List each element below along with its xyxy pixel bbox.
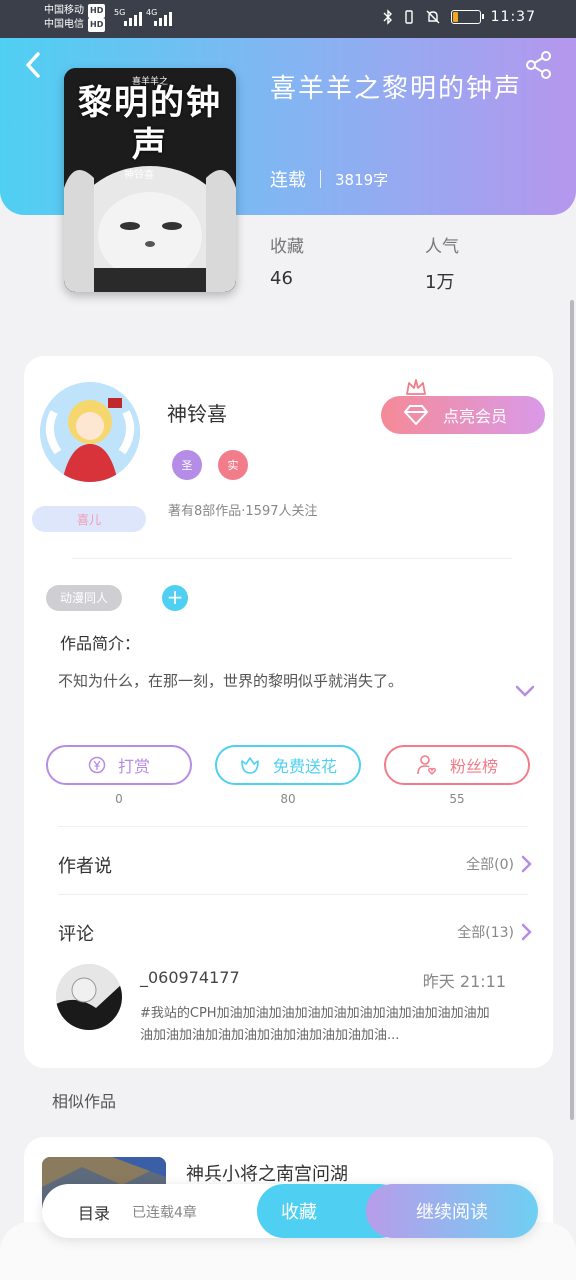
reward-label: 打赏 <box>117 757 150 776</box>
book-title: 喜羊羊之黎明的钟声 <box>270 74 523 104</box>
author-says-more-label: 全部(0) <box>466 857 514 873</box>
tag-item[interactable]: 动漫同人 <box>46 585 123 611</box>
popularity-value: 1万 <box>425 272 455 293</box>
diamond-icon <box>404 405 428 425</box>
comments-more[interactable]: 全部(13) <box>457 922 532 942</box>
author-sticker: 喜儿 <box>32 506 146 532</box>
book-meta: 连载 3819字 <box>270 166 388 192</box>
mute-icon <box>426 10 440 24</box>
fans-ranking-label: 粉丝榜 <box>449 757 498 776</box>
send-flower-button[interactable]: 免费送花 <box>215 745 361 785</box>
chapter-progress: 已连载4章 <box>132 1205 197 1221</box>
author-avatar[interactable] <box>40 382 140 482</box>
author-says-more[interactable]: 全部(0) <box>466 854 532 874</box>
intro-label: 作品简介： <box>60 634 141 653</box>
book-word-count: 3819字 <box>335 170 389 189</box>
collect-value: 46 <box>270 268 293 289</box>
book-status: 连载 <box>270 170 306 191</box>
popularity-label: 人气 <box>425 237 459 257</box>
meta-divider <box>320 170 321 188</box>
continue-reading-button[interactable]: 继续阅读 <box>366 1184 538 1238</box>
chevron-right-icon <box>521 923 532 941</box>
carrier-info: 中国移动 HD 中国电信 HD <box>44 4 106 32</box>
intro-text: 不知为什么，在那一刻，世界的黎明似乎就消失了。 <box>58 672 404 690</box>
signal-icon <box>124 10 142 26</box>
divider <box>58 894 528 895</box>
back-button[interactable] <box>22 50 48 80</box>
author-says-title: 作者说 <box>58 856 112 877</box>
fans-ranking-button[interactable]: 粉丝榜 <box>384 745 530 785</box>
commenter-avatar[interactable] <box>56 964 122 1030</box>
divider <box>72 558 512 559</box>
hd-badge: HD <box>88 4 106 18</box>
vip-button[interactable]: 点亮会员 <box>381 396 545 434</box>
chevron-down-icon[interactable] <box>515 684 535 698</box>
yen-coin-icon <box>88 756 106 774</box>
add-tag-button[interactable]: + <box>162 585 188 611</box>
chevron-right-icon <box>521 855 532 873</box>
clock: 11:37 <box>490 9 536 25</box>
comments-title: 评论 <box>58 924 94 945</box>
avatar-image <box>40 382 140 482</box>
flower-icon <box>241 757 259 774</box>
send-flower-label: 免费送花 <box>272 757 337 776</box>
author-name[interactable]: 神铃喜 <box>167 398 227 427</box>
book-cover[interactable]: 喜羊羊之 黎明的钟声 神铃喜 <box>64 68 236 292</box>
user-heart-icon <box>417 755 437 775</box>
battery-icon <box>450 10 484 24</box>
hd-badge: HD <box>88 18 106 32</box>
avatar-image <box>56 964 122 1030</box>
vibrate-icon <box>404 10 413 24</box>
similar-works-label: 相似作品 <box>52 1092 117 1111</box>
reward-button[interactable]: 打赏 <box>46 745 192 785</box>
cover-author: 神铃喜 <box>124 170 154 181</box>
cover-title: 黎明的钟声 <box>78 83 222 165</box>
author-stats: 著有8部作品·1597人关注 <box>168 504 318 519</box>
vip-button-label: 点亮会员 <box>443 407 508 426</box>
status-bar: 中国移动 HD 中国电信 HD 5G 4G 11:37 <box>0 0 576 38</box>
comments-more-label: 全部(13) <box>457 925 514 941</box>
author-badge-saint: 圣 <box>172 450 202 480</box>
collect-label: 收藏 <box>270 237 304 257</box>
author-badge-real: 实 <box>218 450 248 480</box>
continue-reading-label: 继续阅读 <box>416 1202 488 1223</box>
crown-icon <box>406 379 426 395</box>
catalog-button[interactable]: 目录 <box>78 1200 110 1224</box>
flower-count: 80 <box>280 792 296 806</box>
bluetooth-icon <box>383 9 392 25</box>
fans-count: 55 <box>449 792 465 806</box>
carrier-1: 中国移动 <box>44 5 84 16</box>
collect-button-label: 收藏 <box>281 1202 317 1223</box>
comment-time: 昨天 21:11 <box>422 972 506 991</box>
divider <box>58 826 528 827</box>
chevron-left-icon <box>26 52 40 78</box>
similar-work-title[interactable]: 神兵小将之南宫问湖 <box>186 1160 348 1186</box>
carrier-2: 中国电信 <box>44 19 84 30</box>
comment-text[interactable]: #我站的CPH加油加油加油加油加油加油加油加油加油加油加油加油加油加油加油加油加… <box>140 1003 496 1047</box>
signal-icon <box>154 10 172 26</box>
comment-username[interactable]: _060974177 <box>140 968 240 987</box>
reward-count: 0 <box>115 792 123 806</box>
scrollbar[interactable] <box>570 300 574 1120</box>
